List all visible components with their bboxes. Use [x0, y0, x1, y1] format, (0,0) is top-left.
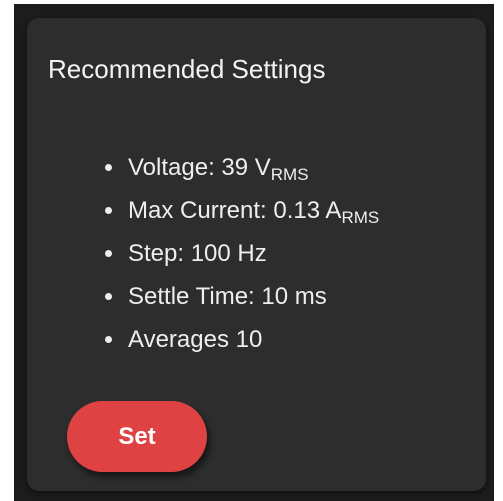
settings-list: Voltage: 39 VRMS Max Current: 0.13 ARMS …: [105, 146, 379, 361]
setting-max-current: Max Current: 0.13 ARMS: [105, 189, 379, 232]
setting-label: Max Current: 0.13 A: [128, 197, 342, 224]
recommended-settings-card: Recommended Settings Voltage: 39 VRMS Ma…: [27, 18, 486, 491]
unit-subscript: RMS: [270, 165, 309, 184]
unit-subscript: RMS: [341, 208, 380, 227]
setting-voltage: Voltage: 39 VRMS: [105, 146, 379, 189]
setting-step: Step: 100 Hz: [105, 232, 379, 275]
bullet-icon: [105, 336, 112, 343]
setting-settle-time: Settle Time: 10 ms: [105, 275, 379, 318]
setting-label: Step: 100 Hz: [128, 240, 267, 267]
bullet-icon: [105, 293, 112, 300]
setting-averages: Averages 10: [105, 318, 379, 361]
setting-label: Averages 10: [128, 326, 263, 353]
card-title: Recommended Settings: [48, 54, 326, 84]
setting-label: Settle Time: 10 ms: [128, 283, 327, 310]
bullet-icon: [105, 207, 112, 214]
bullet-icon: [105, 250, 112, 257]
bullet-icon: [105, 164, 112, 171]
set-button[interactable]: Set: [67, 401, 207, 472]
setting-label: Voltage: 39 V: [128, 154, 271, 181]
